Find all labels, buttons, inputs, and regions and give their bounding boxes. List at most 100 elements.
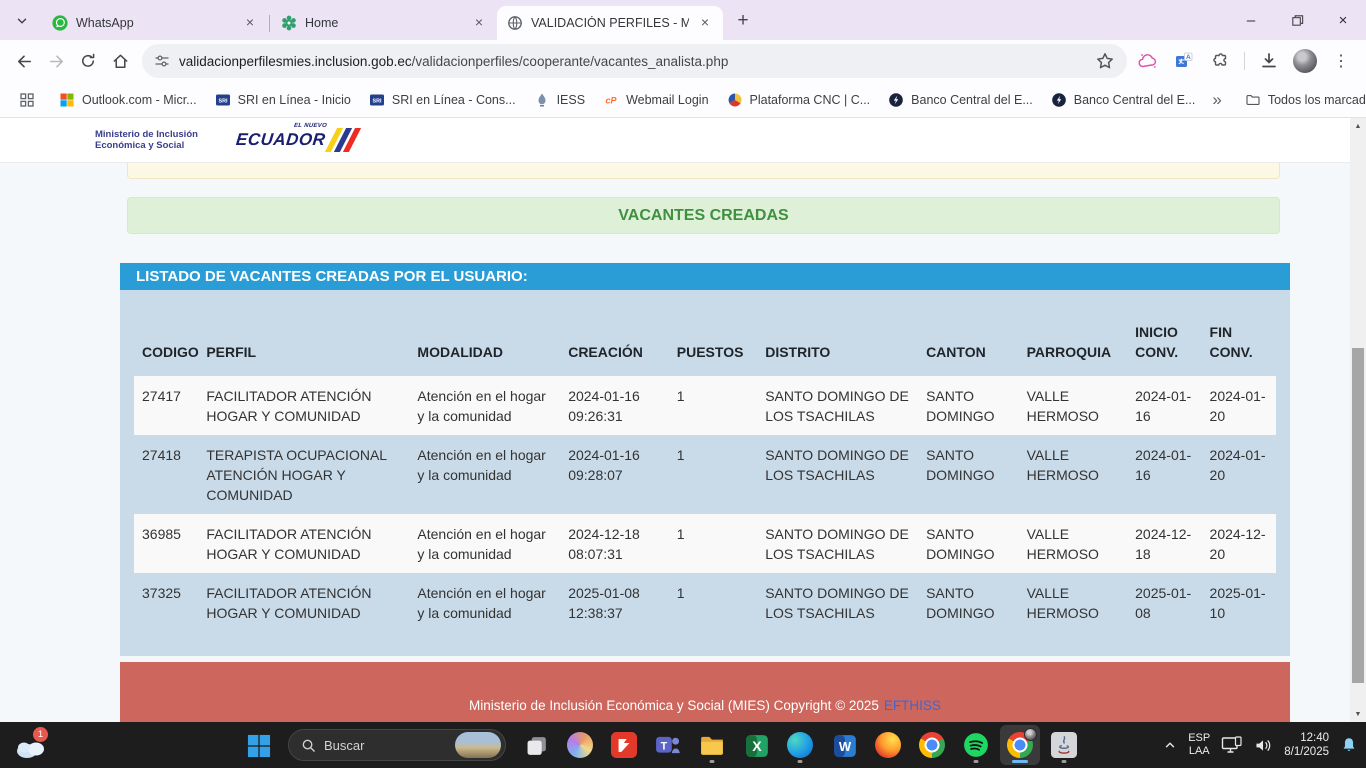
edge-button[interactable] (780, 725, 820, 765)
tab-validacion-perfiles[interactable]: VALIDACIÓN PERFILES - MIES × (497, 6, 723, 40)
pdf-app-icon (611, 732, 637, 758)
mies-logo-line1: Ministerio de Inclusión (95, 129, 198, 140)
url-text: validacionperfilesmies.inclusion.gob.ec/… (179, 54, 1087, 69)
table-cell: 1 (669, 514, 757, 573)
ai-cloud-button[interactable] (1133, 46, 1163, 76)
taskbar-search[interactable]: Buscar (288, 729, 506, 761)
scrollbar-thumb[interactable] (1352, 348, 1364, 683)
scroll-down-arrow[interactable]: ▼ (1350, 706, 1366, 722)
task-view-button[interactable] (516, 725, 556, 765)
apps-grid-button[interactable] (10, 87, 44, 113)
search-icon (301, 738, 316, 753)
bookmark-item[interactable]: SRISRI en Línea - Cons... (360, 87, 525, 113)
back-button[interactable] (8, 45, 40, 77)
scroll-up-arrow[interactable]: ▲ (1350, 118, 1366, 134)
footer-text: Ministerio de Inclusión Económica y Soci… (469, 698, 879, 713)
menu-button[interactable]: ⋮ (1326, 46, 1356, 76)
downloads-button[interactable] (1254, 46, 1284, 76)
bookmark-item[interactable]: cPWebmail Login (594, 87, 717, 113)
table-cell: 2024-12-18 (1127, 514, 1201, 573)
table-cell: FACILITADOR ATENCIÓN HOGAR Y COMUNIDAD (198, 514, 409, 573)
table-row: 27417FACILITADOR ATENCIÓN HOGAR Y COMUNI… (134, 376, 1276, 435)
extensions-button[interactable] (1205, 46, 1235, 76)
teams-icon: T (655, 732, 681, 758)
svg-text:SRI: SRI (372, 98, 381, 104)
bookmark-item[interactable]: IESS (525, 87, 595, 113)
word-icon: W (832, 733, 857, 758)
flower-icon (281, 15, 297, 31)
tab-strip: WhatsApp × Home × VALIDACIÓN PERFILES - … (0, 0, 1366, 40)
translate-button[interactable]: A (1169, 46, 1199, 76)
language-indicator[interactable]: ESP LAA (1188, 732, 1210, 758)
excel-button[interactable]: X (736, 725, 776, 765)
notification-bell-icon[interactable] (1340, 736, 1358, 754)
profile-badge-avatar (1024, 728, 1037, 741)
table-cell: SANTO DOMINGO (918, 573, 1019, 632)
vacantes-creadas-banner: VACANTES CREADAS (127, 197, 1280, 234)
table-cell: 1 (669, 435, 757, 514)
bookmark-item[interactable]: Banco Central del E... (1042, 87, 1205, 113)
network-icon[interactable] (1221, 736, 1243, 754)
start-button[interactable] (238, 725, 278, 765)
volume-icon[interactable] (1254, 738, 1273, 753)
spotify-button[interactable] (956, 725, 996, 765)
bookmark-item[interactable]: SRISRI en Línea - Inicio (206, 87, 360, 113)
browser-toolbar: validacionperfilesmies.inclusion.gob.ec/… (0, 40, 1366, 82)
language-line1: ESP (1188, 732, 1210, 744)
table-row: 37325FACILITADOR ATENCIÓN HOGAR Y COMUNI… (134, 573, 1276, 632)
table-cell: Atención en el hogar y la comunidad (409, 435, 560, 514)
mies-logo: Ministerio de Inclusión Económica y Soci… (95, 129, 198, 151)
teams-button[interactable]: T (648, 725, 688, 765)
close-icon[interactable]: × (697, 15, 713, 31)
bookmarks-bar: Outlook.com - Micr...SRISRI en Línea - I… (0, 82, 1366, 118)
bookmarks-overflow-chevron[interactable]: » (1204, 90, 1229, 110)
firefox-button[interactable] (868, 725, 908, 765)
column-header: PERFIL (198, 290, 409, 376)
footer-link[interactable]: EFTHISS (884, 698, 941, 713)
all-bookmarks-label: Todos los marcadores (1268, 93, 1366, 107)
address-bar[interactable]: validacionperfilesmies.inclusion.gob.ec/… (142, 44, 1127, 78)
home-button[interactable] (104, 45, 136, 77)
bookmark-star-icon[interactable] (1095, 51, 1115, 71)
svg-text:T: T (661, 740, 668, 752)
close-window-button[interactable]: × (1320, 0, 1366, 40)
tab-search-button[interactable] (8, 7, 36, 35)
bookmark-item[interactable]: Banco Central del E... (879, 87, 1042, 113)
bookmark-item[interactable]: Outlook.com - Micr... (50, 87, 206, 113)
restore-button[interactable] (1274, 0, 1320, 40)
page-content: VACANTES CREADAS LISTADO DE VACANTES CRE… (0, 163, 1366, 722)
copilot-button[interactable] (560, 725, 600, 765)
page-scrollbar[interactable]: ▲ ▼ (1350, 118, 1366, 722)
close-icon[interactable]: × (471, 15, 487, 31)
profile-button[interactable] (1290, 46, 1320, 76)
svg-text:A: A (1186, 54, 1191, 61)
word-button[interactable]: W (824, 725, 864, 765)
file-explorer-button[interactable] (692, 725, 732, 765)
java-app-button[interactable] (1044, 725, 1084, 765)
spotify-icon (963, 732, 989, 758)
table-cell: VALLE HERMOSO (1019, 435, 1128, 514)
table-cell: 2025-01-10 (1202, 573, 1276, 632)
table-cell: 2024-01-20 (1202, 435, 1276, 514)
new-tab-button[interactable]: + (729, 7, 757, 35)
site-info-icon (154, 53, 170, 69)
chrome-button[interactable] (912, 725, 952, 765)
clock[interactable]: 12:40 8/1/2025 (1284, 731, 1329, 759)
widgets-weather-button[interactable]: 1 (14, 729, 50, 761)
close-icon[interactable]: × (242, 15, 258, 31)
bookmark-item[interactable]: Plataforma CNC | C... (718, 87, 880, 113)
excel-icon: X (744, 733, 769, 758)
tray-chevron-up-icon[interactable] (1163, 738, 1177, 752)
all-bookmarks-button[interactable]: Todos los marcadores (1236, 86, 1366, 114)
chrome-icon (919, 732, 945, 758)
table-cell: 2025-01-08 (1127, 573, 1201, 632)
chrome-active-button[interactable] (1000, 725, 1040, 765)
restore-icon (1290, 13, 1305, 28)
forward-button[interactable] (40, 45, 72, 77)
table-row: 36985FACILITADOR ATENCIÓN HOGAR Y COMUNI… (134, 514, 1276, 573)
tab-whatsapp[interactable]: WhatsApp × (42, 6, 268, 40)
pdf-app-button[interactable] (604, 725, 644, 765)
tab-home[interactable]: Home × (271, 6, 497, 40)
minimize-button[interactable]: – (1228, 0, 1274, 40)
reload-button[interactable] (72, 45, 104, 77)
